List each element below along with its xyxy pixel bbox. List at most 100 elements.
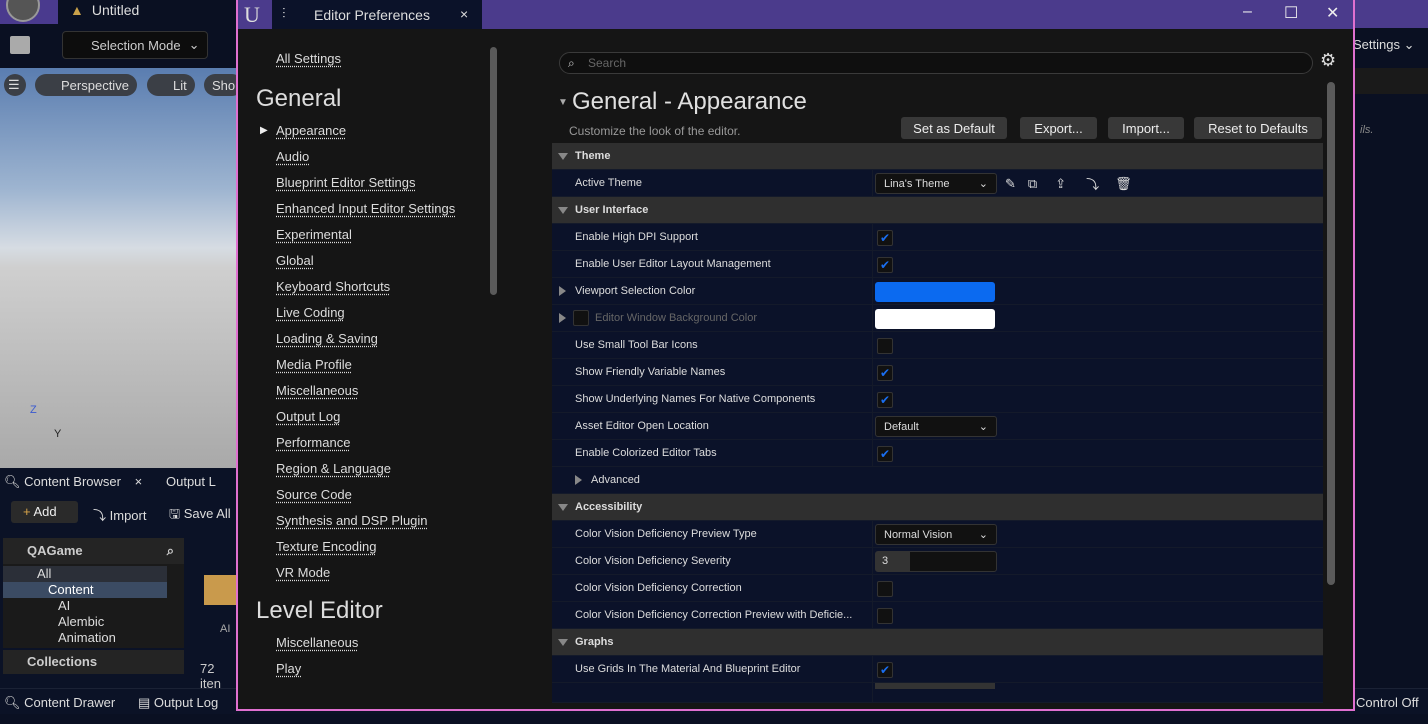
reset-to-defaults-button[interactable]: Reset to Defaults: [1194, 117, 1322, 139]
nav-item-experimental[interactable]: Experimental: [276, 227, 352, 242]
row-colorized-tabs: Enable Colorized Editor Tabs ✔: [552, 440, 1323, 467]
level-title: Untitled: [91, 2, 140, 18]
close-icon[interactable]: ×: [135, 474, 143, 489]
nav-item-source-code[interactable]: Source Code: [276, 487, 352, 502]
row-advanced[interactable]: Advanced: [552, 467, 1323, 494]
row-label: Enable User Editor Layout Management: [575, 258, 771, 270]
content-browser-tab[interactable]: 🔍︎ Content Browser ×: [4, 474, 142, 490]
delete-icon[interactable]: 🗑︎: [1115, 176, 1132, 192]
chevron-down-icon: ⌄: [978, 178, 988, 190]
collections-header[interactable]: Collections: [3, 650, 184, 674]
viewport[interactable]: ☰ Perspective Lit Sho Z Y: [0, 68, 244, 468]
tree-item[interactable]: AI: [58, 598, 70, 613]
search-icon[interactable]: ⌕: [167, 543, 174, 559]
nav-item-synthesis-and-dsp-plugin[interactable]: Synthesis and DSP Plugin: [276, 513, 428, 528]
set-as-default-button[interactable]: Set as Default: [901, 117, 1007, 139]
content-drawer-button[interactable]: 🔍︎ Content Drawer: [4, 695, 115, 711]
override-checkbox[interactable]: [573, 310, 589, 326]
use-grids-checkbox[interactable]: ✔: [877, 661, 893, 678]
expand-arrow-icon[interactable]: [559, 286, 566, 296]
section-graphs[interactable]: Graphs: [552, 629, 1323, 656]
project-header[interactable]: QAGame ⌕: [3, 538, 184, 564]
cvd-preview-checkbox[interactable]: [877, 607, 893, 624]
save-icon[interactable]: [10, 36, 30, 54]
nav-item-performance[interactable]: Performance: [276, 435, 350, 450]
section-user-interface[interactable]: User Interface: [552, 197, 1323, 224]
details-header: [1355, 68, 1428, 94]
nav-item-region-language[interactable]: Region & Language: [276, 461, 391, 476]
cvd-severity-slider[interactable]: 3: [875, 551, 997, 572]
section-theme[interactable]: Theme: [552, 143, 1323, 170]
nav-item-live-coding[interactable]: Live Coding: [276, 305, 345, 320]
app-logo[interactable]: [0, 0, 58, 24]
source-control-button[interactable]: Control Off: [1356, 695, 1419, 710]
nav-item-global[interactable]: Global: [276, 253, 314, 268]
underlying-names-checkbox[interactable]: ✔: [877, 391, 893, 408]
tree-item[interactable]: Animation: [58, 630, 116, 645]
open-location-dropdown[interactable]: Default ⌄: [875, 416, 997, 437]
minimize-icon[interactable]: –: [1243, 3, 1252, 21]
nav-item-audio[interactable]: Audio: [276, 149, 309, 164]
expand-arrow-icon[interactable]: [559, 313, 566, 323]
colorized-tabs-checkbox[interactable]: ✔: [877, 445, 893, 462]
import-button[interactable]: Import...: [1108, 117, 1184, 139]
duplicate-icon[interactable]: ⧉: [1028, 176, 1037, 192]
save-all-button[interactable]: 🖫 Save All: [169, 505, 231, 527]
export-button[interactable]: Export...: [1020, 117, 1097, 139]
nav-item-keyboard-shortcuts[interactable]: Keyboard Shortcuts: [276, 279, 390, 294]
background-color-swatch[interactable]: [875, 308, 995, 329]
gear-icon[interactable]: ⚙: [1320, 50, 1336, 71]
output-log-button[interactable]: ▤ Output Log: [138, 695, 218, 711]
lit-button[interactable]: Lit: [147, 74, 195, 96]
tree-item[interactable]: All: [3, 566, 167, 582]
add-button[interactable]: + Add: [11, 501, 78, 523]
nav-item-texture-encoding[interactable]: Texture Encoding: [276, 539, 376, 554]
cvd-type-value: Normal Vision: [884, 528, 953, 541]
close-icon[interactable]: ✕: [1326, 3, 1339, 23]
collapse-arrow-icon[interactable]: ▼: [558, 97, 568, 108]
nav-item-vr-mode[interactable]: VR Mode: [276, 565, 330, 580]
output-log-tab[interactable]: Output L: [166, 474, 216, 489]
nav-item-appearance[interactable]: Appearance: [276, 123, 346, 138]
friendly-names-checkbox[interactable]: ✔: [877, 364, 893, 381]
edit-icon[interactable]: ✎: [1005, 176, 1016, 192]
nav-item-blueprint-editor-settings[interactable]: Blueprint Editor Settings: [276, 175, 415, 190]
layout-management-checkbox[interactable]: ✔: [877, 256, 893, 273]
section-accessibility[interactable]: Accessibility: [552, 494, 1323, 521]
nav-item-media-profile[interactable]: Media Profile: [276, 357, 352, 372]
menu-icon[interactable]: ☰: [4, 74, 26, 96]
high-dpi-checkbox[interactable]: ✔: [877, 229, 893, 246]
close-tab-icon[interactable]: ×: [460, 6, 468, 22]
settings-menu[interactable]: Settings ⌄: [1353, 37, 1415, 53]
search-input[interactable]: ⌕ Search: [559, 52, 1313, 74]
nav-item-output-log[interactable]: Output Log: [276, 409, 340, 424]
selection-color-swatch[interactable]: [875, 281, 995, 302]
folder-icon[interactable]: [204, 575, 236, 605]
nav-scrollbar[interactable]: [490, 47, 497, 295]
import-icon[interactable]: ⤵: [1086, 174, 1099, 193]
tree-item[interactable]: Content: [3, 582, 167, 598]
selection-mode-dropdown[interactable]: Selection Mode ⌄: [62, 31, 208, 59]
level-tab[interactable]: ▲ Untitled: [70, 2, 139, 18]
nav-level-play[interactable]: Play: [276, 661, 301, 676]
nav-item-loading-saving[interactable]: Loading & Saving: [276, 331, 378, 346]
nav-all-settings[interactable]: All Settings: [276, 51, 341, 66]
small-icons-checkbox[interactable]: [877, 337, 893, 354]
nav-item-enhanced-input-editor-settings[interactable]: Enhanced Input Editor Settings: [276, 201, 455, 216]
nav-level-miscellaneous[interactable]: Miscellaneous: [276, 635, 358, 650]
tree-item[interactable]: Alembic: [58, 614, 104, 629]
perspective-button[interactable]: Perspective: [35, 74, 137, 96]
maximize-icon[interactable]: ☐: [1284, 3, 1298, 23]
row-label: Asset Editor Open Location: [575, 420, 709, 432]
cvd-correction-checkbox[interactable]: [877, 580, 893, 597]
window-title-bar[interactable]: U ⫶ Editor Preferences × – ☐ ✕: [238, 0, 1353, 29]
nav-item-miscellaneous[interactable]: Miscellaneous: [276, 383, 358, 398]
editor-preferences-tab[interactable]: ⫶ Editor Preferences ×: [272, 0, 482, 29]
cvd-type-dropdown[interactable]: Normal Vision ⌄: [875, 524, 997, 545]
settings-scrollbar[interactable]: [1327, 82, 1335, 585]
item-count: 72 iten: [200, 661, 221, 691]
details-hint: ils.: [1360, 124, 1374, 136]
theme-dropdown[interactable]: Lina's Theme ⌄: [875, 173, 997, 194]
import-button[interactable]: ⤵ Import: [93, 505, 146, 524]
export-icon[interactable]: ⇪: [1055, 176, 1066, 192]
